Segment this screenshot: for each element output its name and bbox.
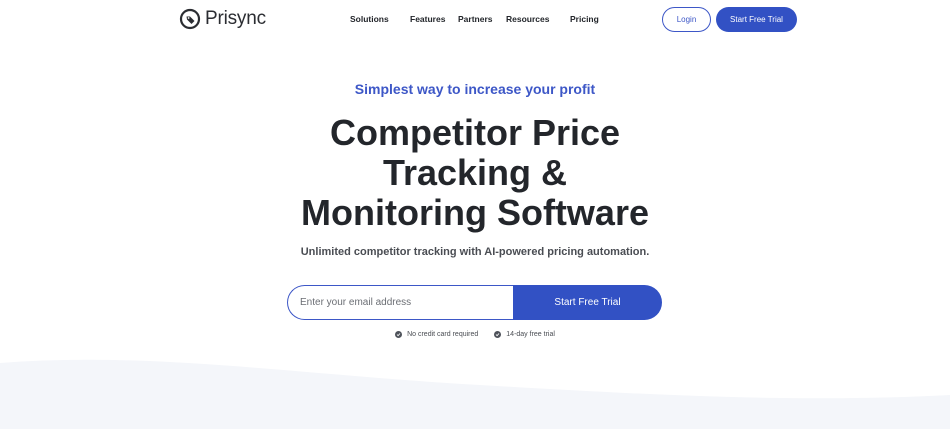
signup-form: Start Free Trial — [287, 285, 662, 320]
headline-line: Competitor Price — [329, 112, 621, 153]
perks-list: No credit card required 14-day free tria… — [0, 331, 950, 338]
perk-label: 14-day free trial — [506, 331, 555, 338]
nav-link-solutions[interactable]: Solutions — [350, 14, 389, 24]
start-free-trial-nav-button[interactable]: Start Free Trial — [716, 7, 797, 32]
check-circle-icon — [494, 331, 502, 338]
nav-link-pricing[interactable]: Pricing — [570, 14, 599, 24]
headline-line: Tracking & — [382, 152, 568, 193]
perk-free-trial: 14-day free trial — [494, 331, 555, 338]
top-navigation: Prisync Solutions Features Partners Reso… — [0, 0, 950, 40]
nav-link-features[interactable]: Features — [410, 14, 445, 24]
nav-link-partners[interactable]: Partners — [458, 14, 493, 24]
email-input[interactable] — [287, 285, 513, 320]
hero-tagline: Simplest way to increase your profit — [354, 81, 596, 97]
check-circle-icon — [395, 331, 403, 338]
main-menu: Solutions Features Partners Resources Pr… — [0, 14, 950, 26]
nav-link-resources[interactable]: Resources — [506, 14, 549, 24]
background-wave — [0, 359, 950, 429]
perk-label: No credit card required — [407, 331, 479, 338]
perk-no-credit-card: No credit card required — [395, 331, 478, 338]
headline-line: Monitoring Software — [301, 192, 649, 233]
login-button[interactable]: Login — [662, 7, 711, 32]
hero-subheading: Unlimited competitor tracking with AI-po… — [300, 246, 650, 258]
start-free-trial-button[interactable]: Start Free Trial — [513, 285, 662, 320]
hero-headline: Competitor Price Tracking & Monitoring S… — [0, 113, 950, 233]
